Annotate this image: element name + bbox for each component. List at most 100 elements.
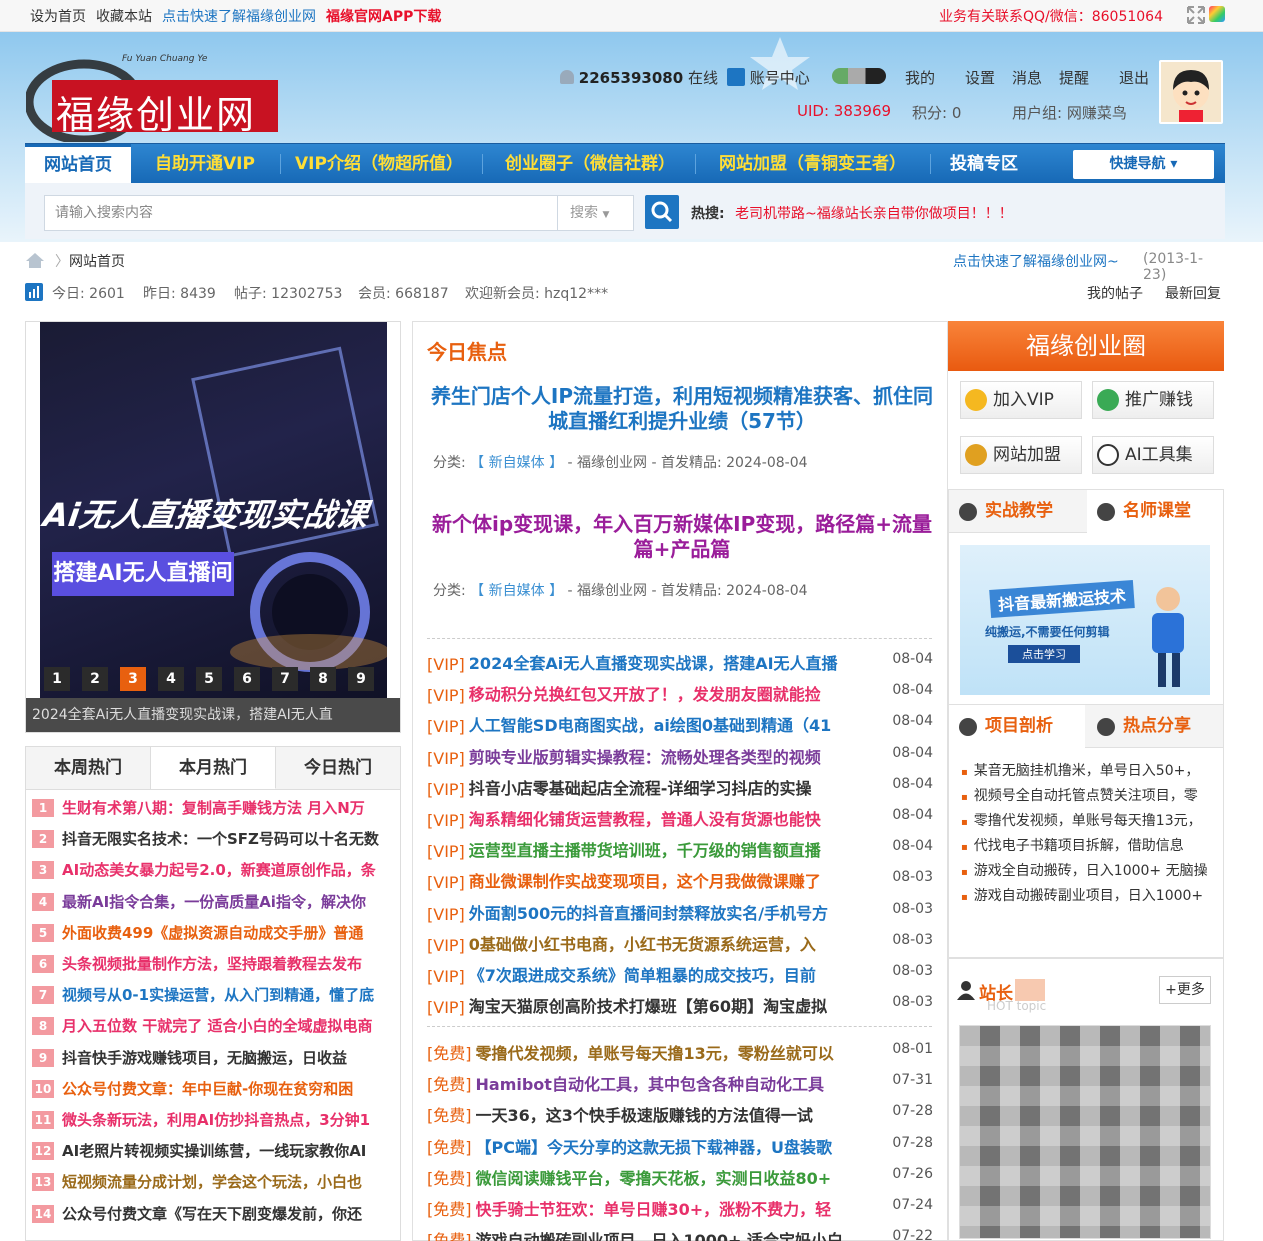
franchise-button[interactable]: 网站加盟 xyxy=(960,436,1082,474)
article-title[interactable]: 【PC端】今天分享的这款无损下载神器，U盘装歌 xyxy=(476,1134,886,1158)
pager-5[interactable]: 5 xyxy=(196,667,222,691)
tab-monthly-hot[interactable]: 本月热门 xyxy=(151,747,276,789)
pager-1[interactable]: 1 xyxy=(44,667,70,691)
my-posts-link[interactable]: 我的帖子 xyxy=(1087,283,1143,303)
focus-article-1[interactable]: 养生门店个人IP流量打造，利用短视频精准获客、抓住同城直播红利提升业绩（57节） xyxy=(427,384,937,434)
tab-project-analysis[interactable]: 项目剖析 xyxy=(949,705,1085,748)
article-title[interactable]: 剪映专业版剪辑实操教程：流畅处理各类型的视频 xyxy=(469,744,879,768)
ranking-item[interactable]: 6 头条视频批量制作方法，坚持跟着教程去发布 xyxy=(32,953,398,975)
ranking-item[interactable]: 1 生财有术第八期：复制高手赚钱方法 月入N万 xyxy=(32,797,398,819)
pager-7[interactable]: 7 xyxy=(272,667,298,691)
breadcrumb-home[interactable]: 网站首页 xyxy=(69,251,125,271)
article-title[interactable]: 人工智能SD电商图实战，ai绘图0基础到精通（41 xyxy=(469,712,879,736)
vip-article-row[interactable]: [VIP] 抖音小店零基础起店全流程-详细学习抖店的实操 08-04 xyxy=(427,775,933,799)
ranking-item[interactable]: 11 微头条新玩法，利用AI仿抄抖音热点，3分钟1 xyxy=(32,1109,398,1131)
article-title[interactable]: 《7次跟进成交系统》简单粗暴的成交技巧，目前 xyxy=(469,962,879,986)
quick-nav-button[interactable]: 快捷导航 ▾ xyxy=(1073,150,1214,179)
nav-home[interactable]: 网站首页 xyxy=(25,144,131,184)
pager-3[interactable]: 3 xyxy=(120,667,146,691)
project-list-item[interactable]: 某音无脑挂机撸米，单号日入50+， xyxy=(961,760,1217,780)
article-title[interactable]: 一天36，这3个快手极速版赚钱的方法值得一试 xyxy=(476,1102,886,1126)
article-title[interactable]: 外面割500元的抖音直播间封禁释放实名/手机号方 xyxy=(469,900,879,924)
tab-practical[interactable]: 实战教学 xyxy=(949,490,1085,533)
messages-link[interactable]: 消息 xyxy=(1012,67,1042,88)
vip-article-row[interactable]: [VIP] 外面割500元的抖音直播间封禁释放实名/手机号方 08-03 xyxy=(427,900,933,924)
pager-2[interactable]: 2 xyxy=(82,667,108,691)
reminder-menu[interactable]: 提醒 xyxy=(1059,67,1089,88)
home-icon[interactable] xyxy=(25,251,45,269)
ai-tools-button[interactable]: AI工具集 xyxy=(1092,436,1214,474)
focus-article-2[interactable]: 新个体ip变现课，年入百万新媒体IP变现，路径篇+流量篇+产品篇 xyxy=(427,512,937,562)
free-article-row[interactable]: [免费] Hamibot自动化工具，其中包含各种自动化工具 07-31 xyxy=(427,1071,933,1095)
ranking-item[interactable]: 4 最新AI指令合集，一份高质量Ai指令，解决你 xyxy=(32,891,398,913)
user-id[interactable]: 2265393080 xyxy=(579,69,683,87)
vip-article-row[interactable]: [VIP] 淘宝天猫原创高阶技术打爆班【第60期】淘宝虚拟 08-03 xyxy=(427,993,933,1017)
hot-search-link[interactable]: 老司机带路~福缘站长亲自带你做项目！！！ xyxy=(735,206,1013,222)
nav-vip-intro[interactable]: VIP介绍（物超所值） xyxy=(295,144,463,184)
logout-link[interactable]: 退出 xyxy=(1119,67,1149,88)
project-list-item[interactable]: 代找电子书籍项目拆解，借助信息 xyxy=(961,835,1217,855)
free-article-row[interactable]: [免费] 一天36，这3个快手极速版赚钱的方法值得一试 07-28 xyxy=(427,1102,933,1126)
project-list-item[interactable]: 游戏自动搬砖副业项目，日入1000+ xyxy=(961,885,1217,905)
free-article-row[interactable]: [免费] 快手骑士节狂欢：单号日赚30+，涨粉不费力，轻 07-24 xyxy=(427,1196,933,1220)
article-title[interactable]: 淘宝天猫原创高阶技术打爆班【第60期】淘宝虚拟 xyxy=(469,993,879,1017)
category-link[interactable]: 【 新自媒体 】 xyxy=(470,583,563,599)
points-menu[interactable]: 积分: 0 xyxy=(912,102,961,123)
bookmark-link[interactable]: 收藏本站 xyxy=(96,6,152,26)
mine-menu[interactable]: 我的 xyxy=(905,67,935,88)
nav-open-vip[interactable]: 自助开通VIP xyxy=(155,144,255,184)
article-title[interactable]: 淘系精细化铺货运营教程，普通人没有货源也能快 xyxy=(469,806,879,830)
article-title[interactable]: 快手骑士节狂欢：单号日赚30+，涨粉不费力，轻 xyxy=(476,1196,886,1220)
free-article-row[interactable]: [免费] 零撸代发视频，单账号每天撸13元，零粉丝就可以 08-01 xyxy=(427,1040,933,1064)
latest-replies-link[interactable]: 最新回复 xyxy=(1165,283,1221,303)
promote-button[interactable]: 推广赚钱 xyxy=(1092,381,1214,419)
article-title[interactable]: 微信阅读赚钱平台，零撸天花板，实测日收益80+ xyxy=(476,1165,886,1189)
vip-article-row[interactable]: [VIP] 《7次跟进成交系统》简单粗暴的成交技巧，目前 08-03 xyxy=(427,962,933,986)
tab-daily-hot[interactable]: 今日热门 xyxy=(276,747,400,789)
pager-4[interactable]: 4 xyxy=(158,667,184,691)
article-title[interactable]: Hamibot自动化工具，其中包含各种自动化工具 xyxy=(476,1071,886,1095)
pager-6[interactable]: 6 xyxy=(234,667,260,691)
nav-submit[interactable]: 投稿专区 xyxy=(950,144,1018,184)
article-title[interactable]: 游戏自动搬砖副业项目，日入1000+ 适合宝妈小白 xyxy=(476,1227,886,1241)
avatar[interactable] xyxy=(1159,60,1223,124)
ranking-item[interactable]: 14 公众号付费文章《写在天下剧变爆发前，你还 xyxy=(32,1203,398,1225)
search-button[interactable] xyxy=(645,195,679,229)
ranking-item[interactable]: 9 抖音快手游戏赚钱项目，无脑搬运，日收益 xyxy=(32,1047,398,1069)
notice-link[interactable]: 点击快速了解福缘创业网~ xyxy=(953,251,1119,271)
article-title[interactable]: 抖音小店零基础起店全流程-详细学习抖店的实操 xyxy=(469,775,879,799)
free-article-row[interactable]: [免费] 【PC端】今天分享的这款无损下载神器，U盘装歌 07-28 xyxy=(427,1134,933,1158)
tab-masters[interactable]: 名师课堂 xyxy=(1087,490,1223,533)
tab-hot-share[interactable]: 热点分享 xyxy=(1087,705,1223,748)
vip-article-row[interactable]: [VIP] 0基础做小红书电商，小红书无货源系统运营，入 08-03 xyxy=(427,931,933,955)
nav-community[interactable]: 创业圈子（微信社群） xyxy=(505,144,675,184)
article-title[interactable]: 零撸代发视频，单账号每天撸13元，零粉丝就可以 xyxy=(476,1040,886,1064)
ranking-item[interactable]: 3 AI动态美女暴力起号2.0，新赛道原创作品，条 xyxy=(32,859,398,881)
social-icons[interactable] xyxy=(832,68,886,88)
settings-link[interactable]: 设置 xyxy=(965,67,995,88)
free-article-row[interactable]: [免费] 游戏自动搬砖副业项目，日入1000+ 适合宝妈小白 07-22 xyxy=(427,1227,933,1241)
ranking-item[interactable]: 12 AI老照片转视频实操训练营，一线玩家教你AI xyxy=(32,1140,398,1162)
pager-8[interactable]: 8 xyxy=(310,667,336,691)
ranking-item[interactable]: 2 抖音无限实名技术：一个SFZ号码可以十名无数 xyxy=(32,828,398,850)
ranking-item[interactable]: 13 短视频流量分成计划，学会这个玩法，小白也 xyxy=(32,1171,398,1193)
vip-article-row[interactable]: [VIP] 剪映专业版剪辑实操教程：流畅处理各类型的视频 08-04 xyxy=(427,744,933,768)
nav-join[interactable]: 网站加盟（青铜变王者） xyxy=(719,144,906,184)
more-button[interactable]: +更多 xyxy=(1159,976,1211,1004)
article-title[interactable]: 商业微课制作实战变现项目，这个月我做微课赚了 xyxy=(469,868,879,892)
site-logo[interactable]: 福缘创业网 Fu Yuan Chuang Ye xyxy=(24,50,286,145)
vip-article-row[interactable]: [VIP] 移动积分兑换红包又开放了！，发发朋友圈就能捡 08-04 xyxy=(427,681,933,705)
app-download-link[interactable]: 福缘官网APP下载 xyxy=(326,6,441,26)
vip-article-row[interactable]: [VIP] 人工智能SD电商图实战，ai绘图0基础到精通（41 08-04 xyxy=(427,712,933,736)
ranking-item[interactable]: 7 视频号从0-1实操运营，从入门到精通，懂了底 xyxy=(32,984,398,1006)
article-title[interactable]: 运营型直播主播带货培训班，千万级的销售额直播 xyxy=(469,837,879,861)
vip-article-row[interactable]: [VIP] 运营型直播主播带货培训班，千万级的销售额直播 08-04 xyxy=(427,837,933,861)
ranking-item[interactable]: 10 公众号付费文章：年中巨献-你现在贫穷和困 xyxy=(32,1078,398,1100)
join-vip-button[interactable]: 加入VIP xyxy=(960,381,1082,419)
pager-9[interactable]: 9 xyxy=(348,667,374,691)
category-link[interactable]: 【 新自媒体 】 xyxy=(470,455,563,471)
banner-caption[interactable]: 2024全套Ai无人直播变现实战课，搭建AI无人直 xyxy=(26,698,400,732)
app-icon[interactable] xyxy=(1209,6,1225,22)
vip-article-row[interactable]: [VIP] 商业微课制作实战变现项目，这个月我做微课赚了 08-03 xyxy=(427,868,933,892)
account-center[interactable]: 账号中心 xyxy=(727,67,810,88)
